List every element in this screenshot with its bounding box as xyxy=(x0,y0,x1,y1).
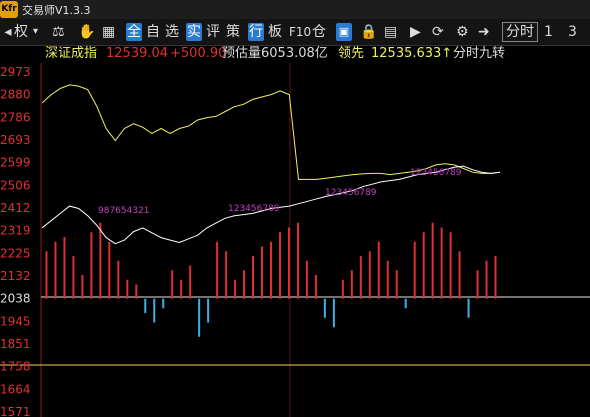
estimated-volume: 预估量6053.08亿 xyxy=(222,46,328,61)
quan-button[interactable]: 权 xyxy=(14,23,28,41)
y-tick-label: 1664 xyxy=(0,382,31,396)
intraday-chart[interactable]: 2973 2880 2786 2693 2599 2506 2412 2319 2225 2132… xyxy=(0,63,590,417)
toolbar-ping-button[interactable]: 评 xyxy=(206,23,220,41)
index-name: 深证成指 xyxy=(45,46,98,61)
y-tick-label: 2693 xyxy=(0,133,31,147)
lead-value: 12535.633↑ xyxy=(371,46,453,61)
y-tick-label: 2038 xyxy=(0,292,31,306)
refresh-icon[interactable]: ⟳ xyxy=(432,23,444,41)
series-line xyxy=(41,84,501,180)
calendar-icon[interactable]: ▤ xyxy=(384,23,397,41)
hand-icon[interactable]: ✋ xyxy=(78,23,95,41)
countdown-marker: 123456789 xyxy=(325,188,377,198)
period-1-button[interactable]: 1 xyxy=(544,23,553,41)
toolbar-f10-button[interactable]: F10 xyxy=(289,23,311,41)
y-tick-label: 1945 xyxy=(0,314,31,328)
countdown-marker: 123456789 xyxy=(228,204,280,214)
dropdown-icon[interactable]: ▾ xyxy=(33,23,38,41)
y-tick-label: 1571 xyxy=(0,405,31,417)
toolbar-ce-button[interactable]: 策 xyxy=(226,23,240,41)
volume-bars xyxy=(45,222,497,337)
app-logo-icon: Kfr xyxy=(0,1,18,18)
arrow-icon[interactable]: ➜ xyxy=(478,23,490,41)
y-tick-label: 1758 xyxy=(0,360,31,374)
countdown-marker: 123456789 xyxy=(410,168,462,178)
index-change: +500.90 xyxy=(170,46,227,61)
y-tick-label: 2786 xyxy=(0,110,31,124)
index-price: 12539.04 xyxy=(106,46,169,61)
countdown-markers: 987654321 123456789 123456789 123456789 xyxy=(98,168,462,216)
y-tick-label: 2506 xyxy=(0,178,31,192)
compare-icon[interactable]: ⚖ xyxy=(52,23,65,41)
y-tick-label: 2880 xyxy=(0,88,31,102)
y-tick-label: 2132 xyxy=(0,269,31,283)
period-fenshi-button[interactable]: 分时 xyxy=(502,22,538,42)
quote-info-bar: 深证成指 12539.04 +500.90 预估量6053.08亿 领先 125… xyxy=(0,45,590,63)
y-tick-label: 2412 xyxy=(0,201,31,215)
y-axis-labels: 2973 2880 2786 2693 2599 2506 2412 2319 2225 2132… xyxy=(0,65,31,417)
toolbar-zi-button[interactable]: 自 xyxy=(146,23,160,41)
price-series xyxy=(41,84,501,245)
toolbar-shi-button[interactable]: 实 xyxy=(186,23,202,41)
lead-label: 领先 xyxy=(338,46,365,61)
y-tick-label: 2599 xyxy=(0,156,31,170)
y-tick-label: 2319 xyxy=(0,224,31,238)
toolbar-cang-button[interactable]: 仓 xyxy=(312,23,326,41)
indicator-name: 分时九转 xyxy=(453,46,506,61)
y-tick-label: 2225 xyxy=(0,246,31,260)
countdown-marker: 987654321 xyxy=(98,206,150,216)
grid-icon[interactable]: ▦ xyxy=(102,23,115,41)
toolbar: ◂ 权 ▾ ⚖ ✋ ▦ 全 自 选 实 评 策 行 板 F10 仓 ▣ 🔒 ▤ … xyxy=(0,19,590,46)
toolbar-hang-button[interactable]: 行 xyxy=(248,23,264,41)
y-tick-label: 1851 xyxy=(0,337,31,351)
app-title: 交易师V1.3.3 xyxy=(22,4,91,17)
lock-icon[interactable]: 🔒 xyxy=(360,23,377,41)
play-icon[interactable]: ▶ xyxy=(410,23,421,41)
toolbar-quan-button[interactable]: 全 xyxy=(126,23,142,41)
title-bar: Kfr 交易师V1.3.3 xyxy=(0,0,590,19)
settings-icon[interactable]: ⚙ xyxy=(456,23,469,41)
window-icon[interactable]: ▣ xyxy=(336,23,352,41)
toolbar-xuan-button[interactable]: 选 xyxy=(165,23,179,41)
toolbar-ban-button[interactable]: 板 xyxy=(268,23,282,41)
period-3-button[interactable]: 3 xyxy=(568,23,577,41)
y-tick-label: 2973 xyxy=(0,65,31,79)
back-icon[interactable]: ◂ xyxy=(2,23,14,41)
